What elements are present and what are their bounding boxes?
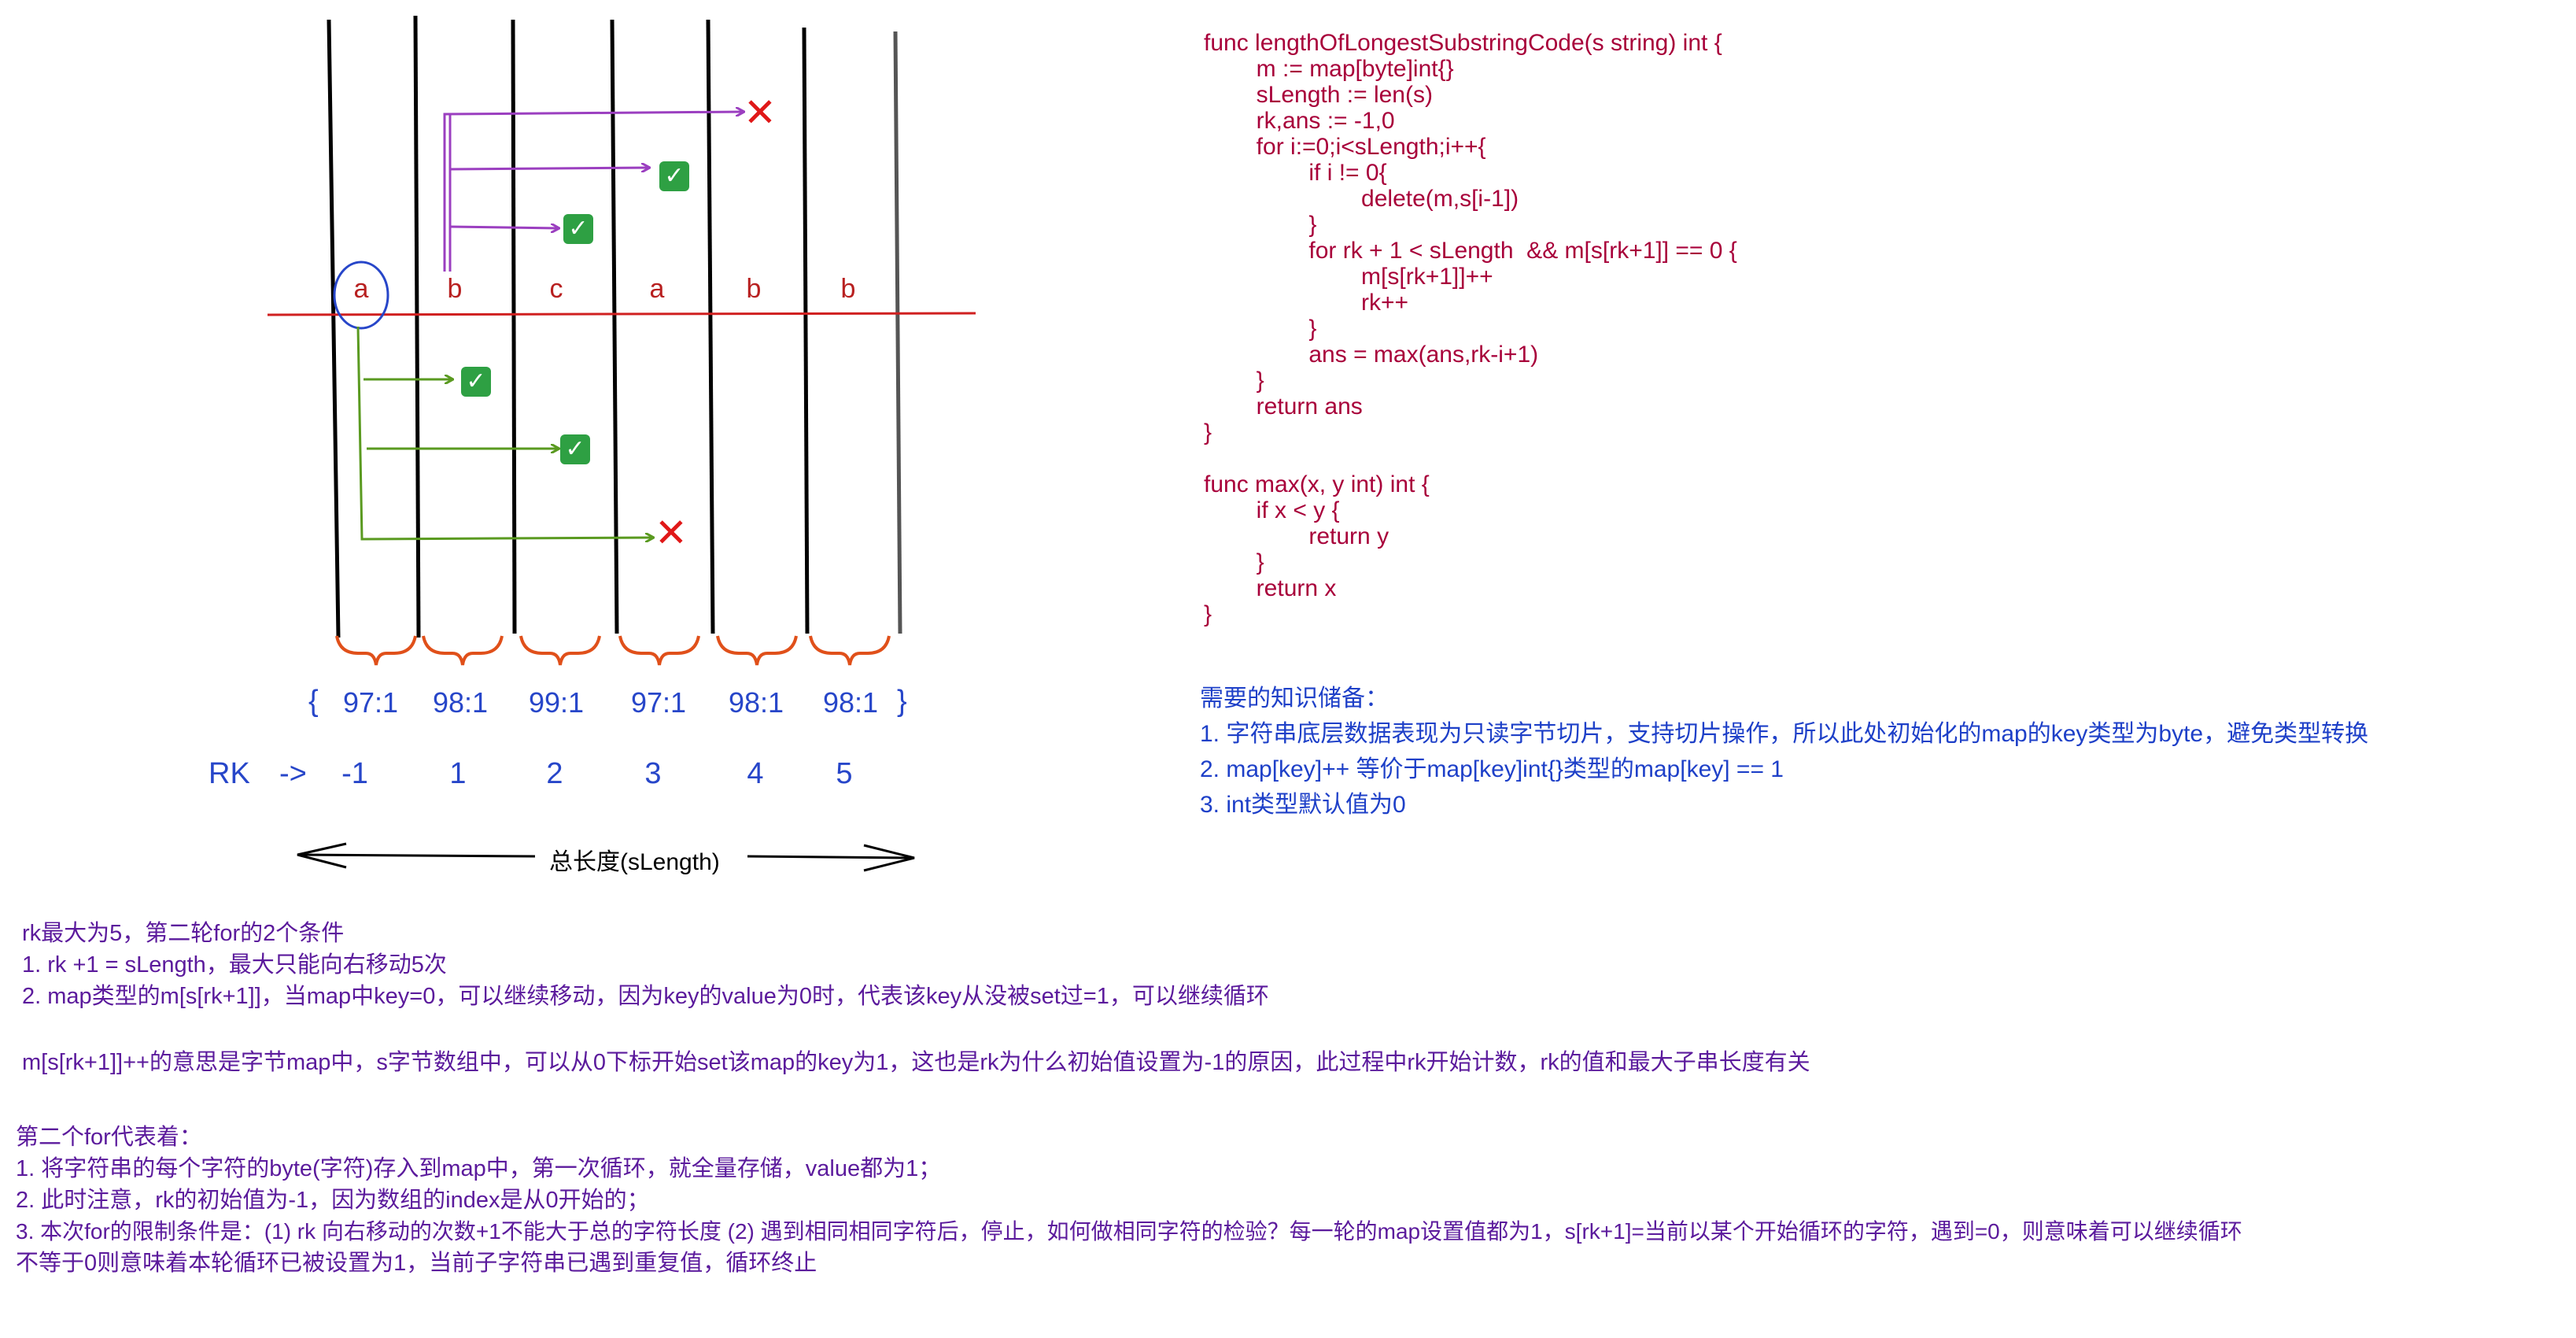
code-block: func lengthOfLongestSubstringCode(s stri… — [1204, 30, 1737, 627]
second-for-notes: 第二个for代表着： 1. 将字符串的每个字符的byte(字符)存入到map中，… — [16, 1122, 2242, 1279]
cell-dividers — [327, 15, 902, 638]
rk-label: RK — [209, 757, 250, 790]
map-entry: 98:1 — [822, 686, 879, 719]
second-for-note: 第二个for代表着： — [16, 1125, 202, 1150]
brace — [809, 635, 891, 666]
code-line: if i != 0{ — [1204, 160, 1387, 186]
map-entry: 97:1 — [630, 686, 687, 719]
knowledge-note: 需要的知识储备： — [1200, 686, 1389, 712]
brace — [422, 635, 504, 666]
code-line: } — [1204, 549, 1264, 575]
string-baseline — [267, 312, 976, 316]
cell-char: a — [649, 274, 665, 304]
code-line: func lengthOfLongestSubstringCode(s stri… — [1204, 30, 1722, 56]
cell-char: c — [549, 274, 563, 304]
cell-char: b — [840, 274, 856, 304]
second-for-note: 3. 本次for的限制条件是：(1) rk 向右移动的次数+1不能大于总的字符长… — [16, 1219, 2242, 1244]
code-line: func max(x, y int) int { — [1204, 471, 1430, 497]
code-line: delete(m,s[i-1]) — [1204, 186, 1519, 212]
code-line: sLength := len(s) — [1204, 82, 1433, 108]
rk-note: 2. map类型的m[s[rk+1]]，当map中key=0，可以继续移动，因为… — [22, 984, 1269, 1009]
cross-mark-icon: ✕ — [655, 510, 688, 556]
knowledge-note: 3. int类型默认值为0 — [1200, 792, 1406, 818]
knowledge-note: 1. 字符串底层数据表现为只读字节切片，支持切片操作，所以此处初始化的map的k… — [1200, 721, 2369, 747]
code-line: for i:=0;i<sLength;i++{ — [1204, 134, 1486, 160]
code-line: rk,ans := -1,0 — [1204, 108, 1395, 134]
code-line: } — [1204, 368, 1264, 394]
code-line: if x < y { — [1204, 497, 1340, 523]
purple-arrow — [443, 112, 744, 272]
code-line: } — [1204, 212, 1317, 238]
rk-notes: rk最大为5，第二轮for的2个条件 1. rk +1 = sLength，最大… — [22, 918, 1269, 1012]
rk-arrow: -> — [279, 757, 307, 790]
m-note-block: m[s[rk+1]]++的意思是字节map中，s字节数组中，可以从0下标开始se… — [22, 1047, 1810, 1078]
divider-line — [802, 27, 810, 634]
second-for-note: 不等于0则意味着本轮循环已被设置为1，当前子字符串已遇到重复值，循环终止 — [16, 1251, 817, 1276]
check-mark-icon: ✓ — [563, 214, 593, 244]
rk-value: 4 — [747, 757, 764, 790]
check-mark-icon: ✓ — [461, 367, 491, 397]
code-line: return y — [1204, 523, 1389, 549]
check-mark-icon: ✓ — [659, 161, 689, 191]
length-arrow-right — [747, 855, 913, 859]
code-line: } — [1204, 420, 1212, 445]
length-label: 总长度(sLength) — [549, 849, 720, 875]
map-open-brace: { — [308, 685, 319, 718]
map-entry: 97:1 — [342, 686, 399, 719]
brace — [618, 635, 700, 666]
length-arrow-left — [298, 853, 536, 858]
rk-value: 2 — [546, 757, 563, 790]
rk-value: 3 — [644, 757, 662, 790]
map-entry: 98:1 — [432, 686, 489, 719]
second-for-note: 1. 将字符串的每个字符的byte(字符)存入到map中，第一次循环，就全量存储… — [16, 1156, 942, 1181]
purple-arrows — [443, 112, 744, 272]
second-for-note: 2. 此时注意，rk的初始值为-1，因为数组的index是从0开始的； — [16, 1188, 650, 1213]
knowledge-notes: 需要的知识储备： 1. 字符串底层数据表现为只读字节切片，支持切片操作，所以此处… — [1200, 681, 2368, 822]
rk-note: rk最大为5，第二轮for的2个条件 — [22, 921, 345, 946]
green-arrows — [356, 326, 653, 539]
purple-arrow — [449, 227, 559, 228]
map-entry: 99:1 — [528, 686, 585, 719]
cross-mark-icon: ✕ — [744, 90, 777, 135]
map-braces — [335, 635, 891, 666]
green-arrow — [356, 326, 653, 539]
m-note: m[s[rk+1]]++的意思是字节map中，s字节数组中，可以从0下标开始se… — [22, 1050, 1810, 1075]
brace — [519, 635, 601, 666]
rk-value: -1 — [341, 757, 368, 790]
map-close-brace: } — [897, 685, 907, 718]
cell-char: b — [447, 274, 463, 304]
code-line: ans = max(ans,rk-i+1) — [1204, 342, 1539, 368]
code-line: return x — [1204, 575, 1337, 601]
divider-line — [413, 15, 421, 638]
code-line: return ans — [1204, 394, 1363, 420]
code-line: m := map[byte]int{} — [1204, 56, 1454, 82]
rk-note: 1. rk +1 = sLength，最大只能向右移动5次 — [22, 952, 447, 978]
divider-line — [511, 19, 517, 634]
map-entry: 98:1 — [728, 686, 784, 719]
knowledge-note: 2. map[key]++ 等价于map[key]int{}类型的map[key… — [1200, 756, 1784, 782]
divider-line — [327, 19, 341, 638]
rk-value: 1 — [449, 757, 467, 790]
code-line: } — [1204, 601, 1212, 627]
code-line: for rk + 1 < sLength && m[s[rk+1]] == 0 … — [1204, 238, 1737, 264]
code-line: m[s[rk+1]]++ — [1204, 264, 1493, 290]
check-mark-icon: ✓ — [560, 434, 590, 464]
brace — [335, 635, 417, 666]
code-line: rk++ — [1204, 290, 1409, 316]
brace — [716, 635, 798, 666]
diagram-canvas: a b c a b b ✓ ✓ ✓ ✓ ✕ ✕ { 97:1 98:1 99:1… — [0, 0, 2576, 1338]
divider-line — [893, 31, 902, 634]
cell-char: b — [746, 274, 762, 304]
code-line: } — [1204, 316, 1317, 342]
purple-arrow — [449, 168, 649, 169]
rk-value: 5 — [836, 757, 853, 790]
cell-char: a — [353, 274, 369, 304]
